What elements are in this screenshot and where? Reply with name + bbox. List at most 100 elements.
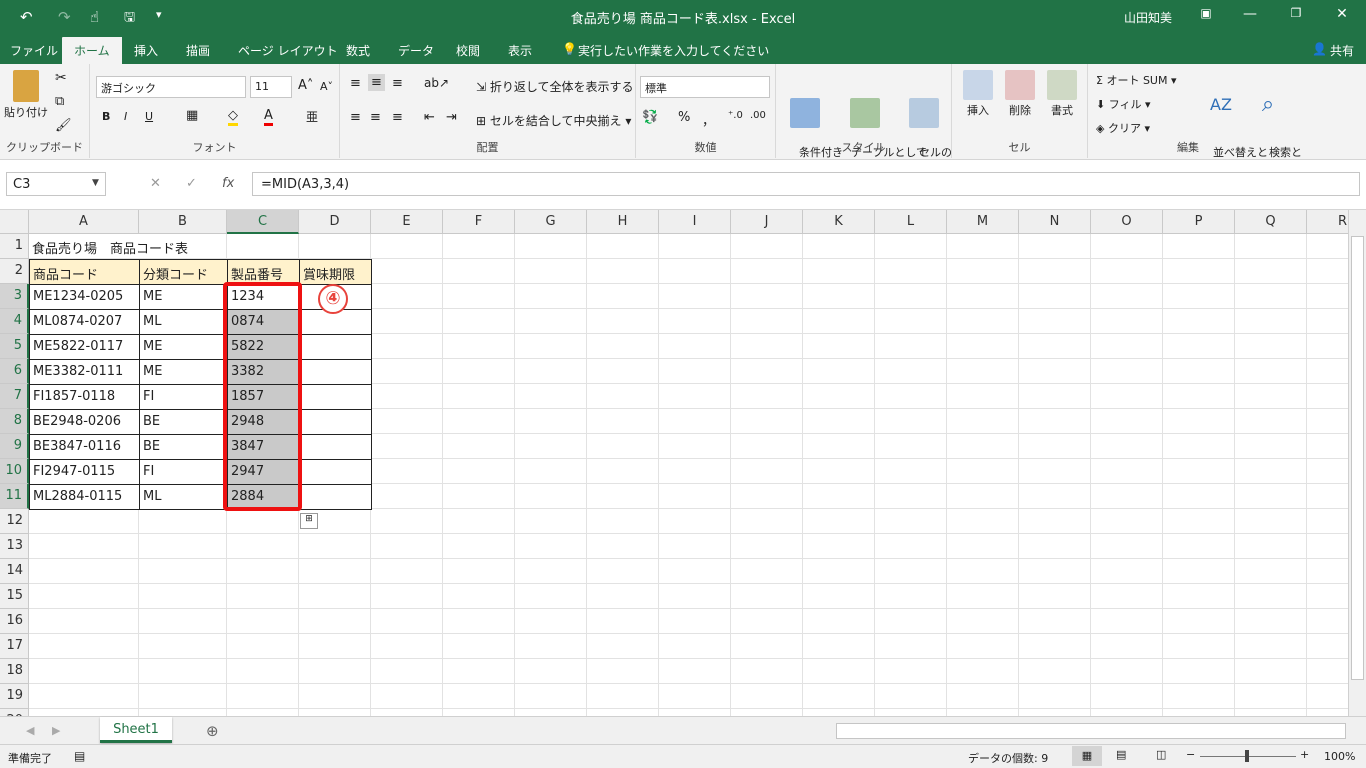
zoom-level[interactable]: 100%	[1324, 750, 1355, 763]
empty-cell[interactable]	[515, 484, 587, 509]
empty-cell[interactable]	[587, 309, 659, 334]
empty-cell[interactable]	[29, 634, 139, 659]
empty-cell[interactable]	[1307, 234, 1348, 259]
empty-cell[interactable]	[515, 559, 587, 584]
empty-cell[interactable]	[947, 484, 1019, 509]
restore-icon[interactable]: ❐	[1286, 6, 1306, 20]
undo-icon[interactable]: ↶	[20, 8, 33, 26]
empty-cell[interactable]	[371, 409, 443, 434]
empty-cell[interactable]	[371, 434, 443, 459]
empty-cell[interactable]	[587, 659, 659, 684]
empty-cell[interactable]	[1091, 559, 1163, 584]
empty-cell[interactable]	[947, 709, 1019, 716]
empty-cell[interactable]	[587, 459, 659, 484]
empty-cell[interactable]	[1091, 234, 1163, 259]
header-cell[interactable]: 商品コード	[29, 259, 140, 285]
empty-cell[interactable]	[803, 659, 875, 684]
empty-cell[interactable]	[1163, 634, 1235, 659]
data-cell[interactable]: 1857	[227, 384, 300, 410]
row-header-18[interactable]: 18	[0, 659, 29, 684]
data-cell[interactable]	[299, 459, 372, 485]
empty-cell[interactable]	[803, 634, 875, 659]
delete-cells-button[interactable]: 削除	[1000, 70, 1040, 118]
empty-cell[interactable]	[947, 284, 1019, 309]
data-cell[interactable]: BE	[139, 409, 228, 435]
row-header-2[interactable]: 2	[0, 259, 29, 284]
empty-cell[interactable]	[29, 709, 139, 716]
empty-cell[interactable]	[1235, 284, 1307, 309]
empty-cell[interactable]	[1091, 659, 1163, 684]
column-header-p[interactable]: P	[1163, 210, 1235, 234]
empty-cell[interactable]	[731, 584, 803, 609]
orientation-icon[interactable]: ab↗	[424, 76, 449, 90]
empty-cell[interactable]	[731, 534, 803, 559]
empty-cell[interactable]	[803, 309, 875, 334]
empty-cell[interactable]	[803, 259, 875, 284]
tab-view[interactable]: 表示	[508, 42, 532, 59]
empty-cell[interactable]	[443, 534, 515, 559]
empty-cell[interactable]	[1235, 334, 1307, 359]
add-sheet-icon[interactable]: ⊕	[206, 722, 219, 740]
empty-cell[interactable]	[1307, 484, 1348, 509]
empty-cell[interactable]	[1091, 459, 1163, 484]
decrease-decimal-icon[interactable]: .00	[750, 110, 766, 121]
empty-cell[interactable]	[947, 609, 1019, 634]
empty-cell[interactable]	[803, 559, 875, 584]
tab-insert[interactable]: 挿入	[134, 42, 158, 59]
data-cell[interactable]: FI	[139, 459, 228, 485]
empty-cell[interactable]	[1019, 534, 1091, 559]
row-header-10[interactable]: 10	[0, 459, 29, 484]
empty-cell[interactable]	[659, 584, 731, 609]
empty-cell[interactable]	[587, 609, 659, 634]
close-icon[interactable]: ✕	[1332, 6, 1352, 22]
insert-cells-button[interactable]: 挿入	[958, 70, 998, 118]
empty-cell[interactable]	[515, 259, 587, 284]
data-cell[interactable]: FI2947-0115	[29, 459, 140, 485]
empty-cell[interactable]	[1235, 609, 1307, 634]
empty-cell[interactable]	[299, 584, 371, 609]
empty-cell[interactable]	[443, 459, 515, 484]
select-all-corner[interactable]	[0, 210, 29, 234]
empty-cell[interactable]	[1235, 534, 1307, 559]
empty-cell[interactable]	[139, 634, 227, 659]
empty-cell[interactable]	[299, 634, 371, 659]
empty-cell[interactable]	[1019, 259, 1091, 284]
empty-cell[interactable]	[29, 534, 139, 559]
empty-cell[interactable]	[731, 709, 803, 716]
data-cell[interactable]: FI	[139, 384, 228, 410]
empty-cell[interactable]	[1019, 634, 1091, 659]
empty-cell[interactable]	[1163, 284, 1235, 309]
fill-color-icon[interactable]: ◇	[228, 108, 238, 126]
empty-cell[interactable]	[1307, 434, 1348, 459]
empty-cell[interactable]	[731, 684, 803, 709]
data-cell[interactable]	[299, 384, 372, 410]
empty-cell[interactable]	[731, 259, 803, 284]
wrap-text-button[interactable]: ⇲ 折り返して全体を表示する	[476, 78, 634, 95]
empty-cell[interactable]	[443, 234, 515, 259]
tab-review[interactable]: 校閲	[456, 42, 480, 59]
row-header-9[interactable]: 9	[0, 434, 29, 459]
align-left-icon[interactable]: ≡	[350, 110, 361, 125]
empty-cell[interactable]	[875, 284, 947, 309]
insert-function-icon[interactable]: fx	[222, 176, 234, 191]
empty-cell[interactable]	[299, 534, 371, 559]
empty-cell[interactable]	[1019, 434, 1091, 459]
cancel-icon[interactable]: ✕	[150, 176, 161, 191]
data-cell[interactable]: BE3847-0116	[29, 434, 140, 460]
empty-cell[interactable]	[1163, 709, 1235, 716]
column-header-o[interactable]: O	[1091, 210, 1163, 234]
empty-cell[interactable]	[587, 509, 659, 534]
empty-cell[interactable]	[1307, 359, 1348, 384]
empty-cell[interactable]	[875, 509, 947, 534]
empty-cell[interactable]	[947, 509, 1019, 534]
empty-cell[interactable]	[1163, 359, 1235, 384]
empty-cell[interactable]	[803, 484, 875, 509]
empty-cell[interactable]	[139, 509, 227, 534]
empty-cell[interactable]	[947, 434, 1019, 459]
empty-cell[interactable]	[299, 234, 371, 259]
underline-button[interactable]: U	[145, 110, 153, 123]
empty-cell[interactable]	[1235, 259, 1307, 284]
empty-cell[interactable]	[1307, 559, 1348, 584]
empty-cell[interactable]	[947, 684, 1019, 709]
empty-cell[interactable]	[875, 234, 947, 259]
